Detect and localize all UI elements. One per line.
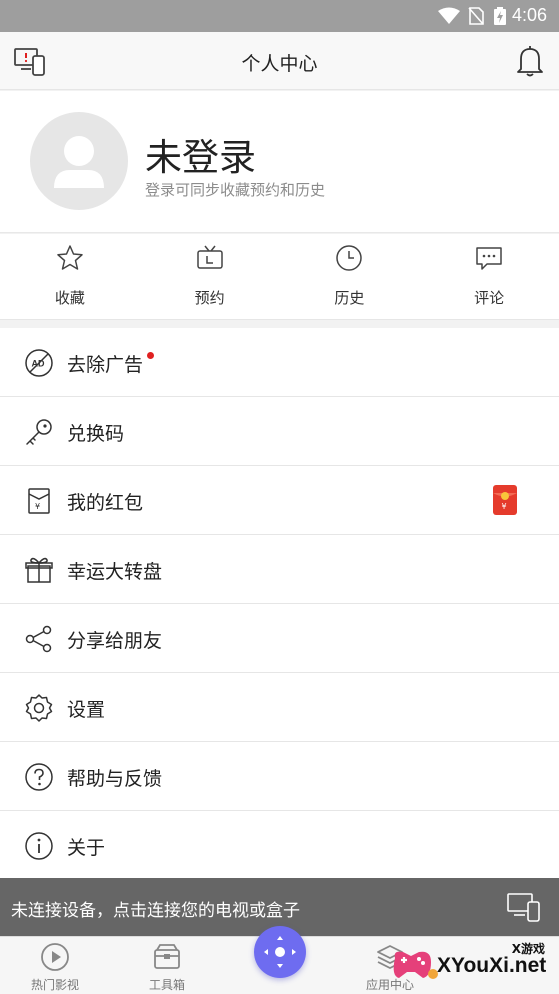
user-placeholder-icon — [54, 136, 104, 188]
nav-tab-toolbox[interactable]: 工具箱 — [122, 937, 212, 994]
menu-item-share[interactable]: 分享给朋友 — [0, 604, 559, 673]
wifi-icon — [438, 7, 460, 24]
toolbox-icon — [154, 944, 180, 969]
notification-dot — [147, 352, 154, 359]
quick-action-label: 预约 — [194, 289, 225, 307]
menu-item-label: 关于 — [67, 837, 106, 859]
nav-tab-hot-videos[interactable]: 热门影视 — [10, 937, 100, 994]
menu-item-remove-ads[interactable]: AD 去除广告 — [0, 328, 559, 397]
settings-menu: AD 去除广告 兑换码 ¥ 我的红包 ¥ 幸运大转盘 分享给朋友 设置 帮助与反… — [0, 328, 559, 880]
quick-actions: 收藏 预约 历史 评论 — [0, 234, 559, 320]
menu-item-label: 兑换码 — [67, 423, 125, 445]
menu-item-label: 去除广告 — [67, 354, 144, 376]
avatar[interactable] — [30, 112, 128, 210]
help-icon — [25, 763, 53, 791]
red-envelope-badge-icon: ¥ — [493, 485, 517, 515]
bell-icon[interactable] — [515, 44, 545, 78]
key-icon — [26, 419, 52, 445]
no-sim-icon — [468, 7, 484, 25]
menu-item-label: 帮助与反馈 — [67, 768, 163, 790]
comment-icon — [476, 247, 502, 270]
menu-item-label: 分享给朋友 — [67, 630, 163, 652]
gear-icon — [25, 694, 53, 722]
battery-icon — [494, 7, 506, 25]
share-icon — [25, 625, 52, 653]
menu-item-about[interactable]: 关于 — [0, 811, 559, 880]
clock-icon — [336, 245, 363, 271]
star-icon — [57, 245, 83, 270]
nav-tab-label: 工具箱 — [148, 978, 185, 992]
menu-item-label: 我的红包 — [67, 492, 144, 514]
device-connect-icon — [507, 893, 540, 922]
red-envelope-icon: ¥ — [28, 488, 50, 514]
menu-item-redeem-code[interactable]: 兑换码 — [0, 397, 559, 466]
quick-action-label: 评论 — [474, 289, 505, 307]
profile-name[interactable]: 未登录 — [145, 127, 256, 181]
quick-action-favorites[interactable]: 收藏 — [0, 234, 140, 319]
profile-subtitle: 登录可同步收藏预约和历史 — [145, 181, 326, 199]
remote-control-button[interactable] — [254, 926, 306, 978]
page-title: 个人中心 — [241, 53, 318, 75]
quick-action-reservations[interactable]: 预约 — [140, 234, 280, 319]
info-icon — [25, 832, 53, 860]
menu-item-lucky-wheel[interactable]: 幸运大转盘 — [0, 535, 559, 604]
watermark-site-text: XYouXi.net — [437, 954, 547, 977]
dpad-icon — [264, 936, 296, 968]
svg-text:AD: AD — [32, 359, 45, 369]
quick-action-history[interactable]: 历史 — [280, 234, 420, 319]
menu-item-label: 设置 — [67, 699, 106, 721]
quick-action-label: 收藏 — [54, 289, 85, 307]
menu-item-help-feedback[interactable]: 帮助与反馈 — [0, 742, 559, 811]
tv-icon — [196, 245, 223, 269]
gift-icon — [25, 557, 53, 583]
nav-tab-label: 热门影视 — [30, 978, 79, 992]
menu-item-settings[interactable]: 设置 — [0, 673, 559, 742]
svg-text:¥: ¥ — [502, 502, 507, 511]
watermark: X游戏 XYouXi.net — [385, 938, 559, 994]
svg-text:¥: ¥ — [35, 502, 40, 511]
gamepad-logo-icon — [393, 951, 438, 979]
profile-card[interactable]: 未登录 登录可同步收藏预约和历史 — [0, 91, 559, 233]
menu-item-red-envelope[interactable]: ¥ 我的红包 ¥ — [0, 466, 559, 535]
connect-banner-text: 未连接设备，点击连接您的电视或盒子 — [11, 901, 300, 921]
menu-item-label: 幸运大转盘 — [67, 561, 163, 583]
app-header: 个人中心 — [0, 32, 559, 90]
quick-action-comments[interactable]: 评论 — [419, 234, 559, 319]
play-icon — [41, 943, 69, 971]
status-bar: 4:06 — [0, 0, 559, 32]
ad-block-icon: AD — [25, 349, 53, 377]
quick-action-label: 历史 — [334, 289, 365, 307]
status-time: 4:06 — [511, 5, 547, 25]
